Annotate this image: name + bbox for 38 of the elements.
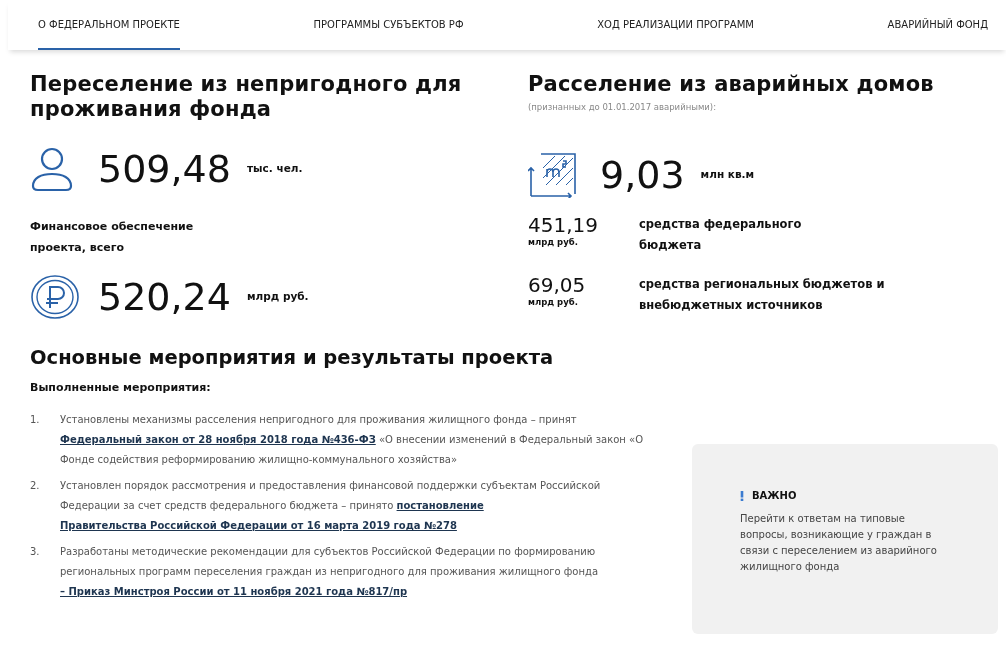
person-icon xyxy=(30,146,74,192)
document-link[interactable]: Федеральный закон от 28 ноября 2018 года №436-ФЗ xyxy=(60,434,376,446)
stat-unit: млн кв.м xyxy=(700,166,755,182)
stat-unit: млрд руб. xyxy=(528,295,579,309)
ruble-coin-icon xyxy=(30,274,80,320)
document-link[interactable]: Правительства Российской Федерации от 16 марта 2019 года №278 xyxy=(60,520,457,532)
nav-tab[interactable]: ХОД РЕАЛИЗАЦИИ ПРОГРАММ xyxy=(597,0,754,50)
stat-value: 9,03 xyxy=(600,152,685,197)
stat-value: 509,48 xyxy=(98,147,231,191)
notice-title: ВАЖНО xyxy=(752,489,797,504)
stat-value: 520,24 xyxy=(98,275,231,319)
list-item-text: Установлен порядок рассмотрения и предоставления финансовой поддержки субъектам Российской Федерации за счет средств федерального бюджета – принято постановление Правительства Российской Федерации от 16 марта 2019 года №278 xyxy=(60,479,602,534)
section-subtitle: (признанных до 01.01.2017 аварийными): xyxy=(528,101,718,114)
list-item-text: Разработаны методические рекомендации для субъектов Российской Федерации по формированию региональных программ переселения граждан из непригодного для проживания жилищного фонда – Приказ Минстроя России от 11 ноября 2021 года №817/пр xyxy=(60,545,600,600)
nav-tab[interactable]: ПРОГРАММЫ СУБЪЕКТОВ РФ xyxy=(313,0,464,50)
list-number: 3. xyxy=(30,545,41,560)
list-number: 2. xyxy=(30,479,41,494)
section-title: Основные мероприятия и результаты проекта xyxy=(30,346,555,370)
section-title: Расселение из аварийных домов xyxy=(528,72,935,97)
exclamation-icon xyxy=(740,490,744,501)
document-link[interactable]: постановление xyxy=(396,500,484,512)
section-title: Переселение из непригодного для проживания фонда xyxy=(30,72,463,122)
notice-link[interactable]: Перейти к ответам на типовые вопросы, возникающие у граждан в связи с переселением из аварийного жилищного фонда xyxy=(740,511,938,576)
stat-unit: млрд руб. xyxy=(528,235,579,249)
stat-label: Финансовое обеспечение проекта, всего xyxy=(30,219,195,256)
stat-unit: млрд руб. xyxy=(246,289,309,305)
nav-tab[interactable]: АВАРИЙНЫЙ ФОНД xyxy=(887,0,988,50)
area-icon xyxy=(528,151,578,198)
section-subtitle: Выполненные мероприятия: xyxy=(30,380,212,397)
stat-label: средства региональных бюджетов и внебюджетных источников xyxy=(639,275,886,314)
list-item-text: Установлены механизмы расселения непригодного для проживания жилищного фонда – принят Федеральный закон от 28 ноября 2018 года №436-ФЗ «О внесении изменений в Федеральный закон «О Фонде содействия реформированию жилищно-коммунального хозяйства» xyxy=(60,413,645,468)
list-number: 1. xyxy=(30,413,41,428)
document-link[interactable]: – Приказ Минстроя России от 11 ноября 2021 года №817/пр xyxy=(60,586,408,598)
stat-value: 69,05 xyxy=(528,273,587,296)
stat-label: средства федерального бюджета xyxy=(639,215,803,254)
stat-unit: тыс. чел. xyxy=(246,161,303,177)
nav-tab[interactable]: О ФЕДЕРАЛЬНОМ ПРОЕКТЕ xyxy=(38,0,180,50)
stat-value: 451,19 xyxy=(528,213,599,236)
